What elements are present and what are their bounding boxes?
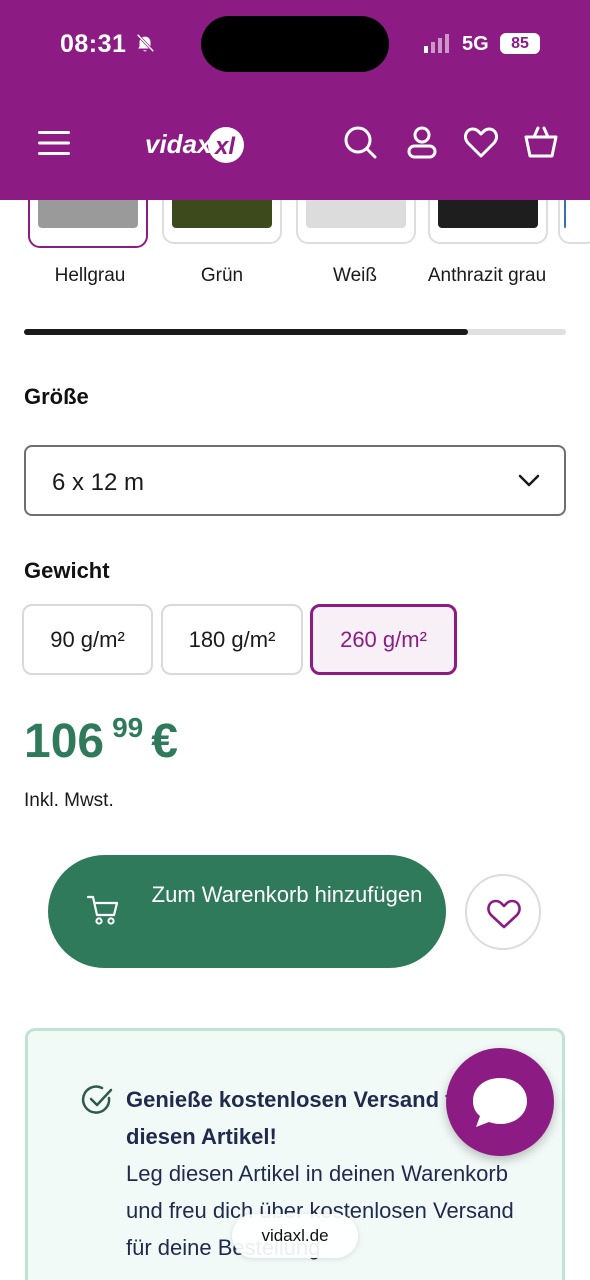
add-to-wishlist-button[interactable]	[465, 874, 541, 950]
nav-bar: vidaxl xl	[0, 110, 590, 180]
size-title: Größe	[24, 384, 89, 409]
swatch-label: Hellgrau	[54, 265, 126, 286]
battery-indicator: 85	[500, 33, 540, 54]
size-select[interactable]: 6 x 12 m	[24, 445, 566, 516]
wishlist-icon[interactable]	[463, 124, 499, 160]
swatch-partial[interactable]	[558, 200, 590, 244]
swatch-label: Anthrazit grau	[427, 265, 547, 286]
add-to-cart-label: Zum Warenkorb hinzufügen	[151, 882, 423, 907]
heart-icon	[487, 899, 521, 929]
dynamic-island	[201, 16, 389, 72]
add-to-cart-button[interactable]: Zum Warenkorb hinzufügen	[48, 855, 446, 968]
status-bar: 08:31 5G 85	[0, 0, 590, 90]
check-circle-icon	[81, 1085, 113, 1114]
swatch-weiss[interactable]	[296, 200, 416, 244]
header: 08:31 5G 85 vidaxl xl	[0, 0, 590, 200]
swatch-gruen[interactable]	[162, 200, 282, 244]
swatch-hellgrau[interactable]	[28, 200, 148, 248]
weight-option-90[interactable]: 90 g/m²	[22, 604, 153, 675]
browser-url-pill[interactable]: vidaxl.de	[232, 1214, 358, 1258]
vidaxl-logo[interactable]: vidaxl xl	[145, 120, 245, 170]
color-swatches: Hellgrau Grün Weiß Anthrazit grau	[0, 200, 590, 340]
swatch-label: Grün	[200, 265, 244, 286]
bell-muted-icon	[136, 33, 155, 53]
price: 106 99 €	[24, 712, 178, 769]
cart-icon[interactable]	[523, 124, 559, 160]
scrollbar-thumb[interactable]	[24, 329, 469, 335]
chat-bubble-icon	[473, 1078, 527, 1127]
menu-icon[interactable]	[38, 130, 70, 156]
vat-note: Inkl. Mwst.	[24, 790, 114, 811]
price-cents: 99	[112, 712, 144, 743]
price-whole: 106	[24, 715, 105, 768]
weight-option-260[interactable]: 260 g/m²	[310, 604, 457, 675]
swatch-anthrazit[interactable]	[428, 200, 548, 244]
size-select-value: 6 x 12 m	[52, 469, 145, 496]
weight-option-180[interactable]: 180 g/m²	[161, 604, 303, 675]
price-currency: €	[151, 715, 178, 768]
swatch-scrollbar[interactable]	[24, 329, 566, 335]
chat-button[interactable]	[446, 1048, 554, 1156]
account-icon[interactable]	[404, 124, 440, 160]
svg-text:xl: xl	[213, 133, 236, 160]
weight-title: Gewicht	[24, 558, 110, 583]
status-time: 08:31	[60, 30, 127, 58]
signal-icon	[424, 34, 449, 53]
swatch-label: Weiß	[333, 265, 377, 286]
network-label: 5G	[462, 33, 489, 55]
search-icon[interactable]	[342, 124, 378, 160]
chevron-down-icon	[518, 474, 540, 487]
cart-icon	[86, 895, 119, 925]
